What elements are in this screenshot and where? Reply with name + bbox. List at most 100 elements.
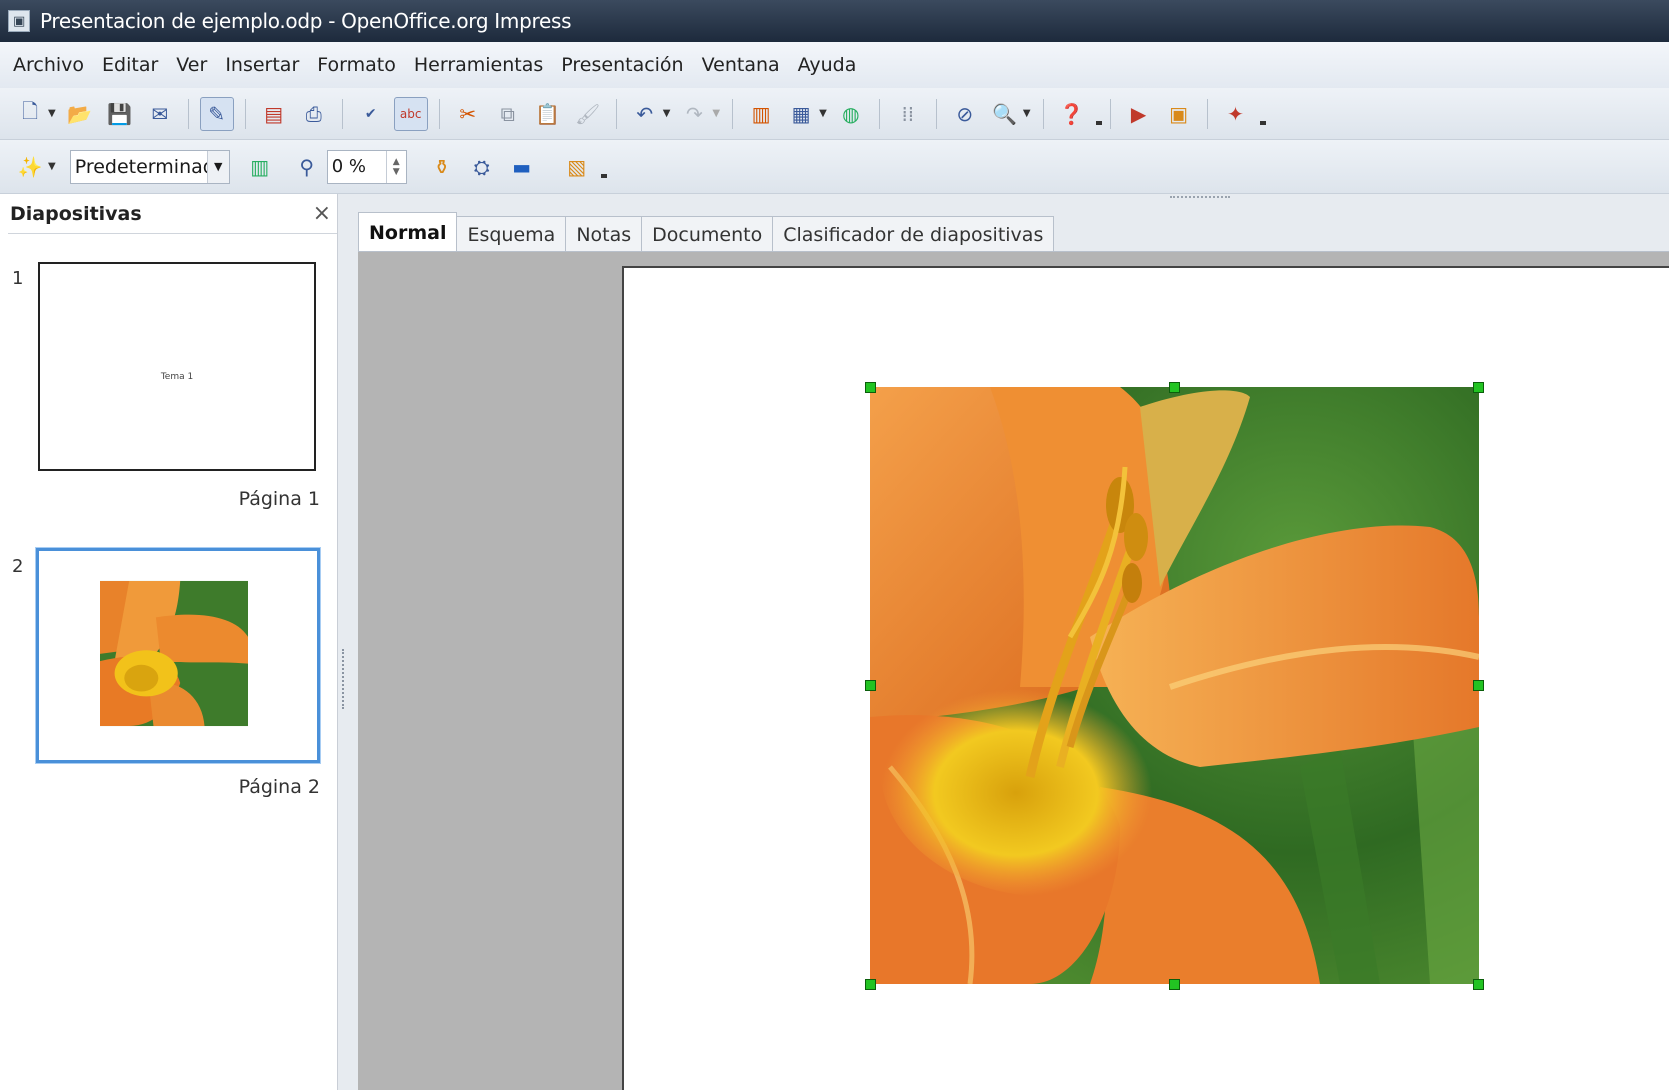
- new-dropdown-icon[interactable]: ▼: [48, 108, 56, 119]
- toolbar-overflow-icon[interactable]: [1095, 103, 1102, 125]
- spin-arrows-icon[interactable]: ▲ ▼: [385, 150, 406, 183]
- toolbar-separator: [732, 98, 734, 129]
- zoom-icon[interactable]: 🔍: [988, 97, 1022, 131]
- resize-handle-top[interactable]: [1169, 382, 1180, 393]
- menu-presentacion[interactable]: Presentación: [552, 54, 692, 76]
- transparency-icon[interactable]: ⚲: [290, 150, 324, 184]
- menu-insertar[interactable]: Insertar: [216, 54, 308, 76]
- save-icon[interactable]: 💾: [103, 97, 137, 131]
- selected-image[interactable]: [870, 387, 1479, 984]
- chevron-down-icon[interactable]: ▼: [206, 150, 229, 183]
- menu-ayuda[interactable]: Ayuda: [789, 54, 866, 76]
- menu-ver[interactable]: Ver: [167, 54, 216, 76]
- cut-icon[interactable]: ✂: [451, 97, 485, 131]
- magic-wand-dropdown-icon[interactable]: ▼: [48, 161, 56, 172]
- slides-pane-header: Diapositivas ×: [8, 194, 337, 234]
- grid-icon[interactable]: ⁞⁞: [891, 97, 925, 131]
- slide-number: 1: [12, 268, 24, 289]
- slide-thumbnail-entry[interactable]: 1 Tema 1 Página 1: [8, 256, 338, 526]
- flower-thumbnail-image: [100, 580, 248, 727]
- new-icon[interactable]: 🗋: [13, 97, 47, 131]
- help-icon[interactable]: ❓: [1055, 97, 1089, 131]
- toolbar-separator: [615, 98, 617, 129]
- table-icon[interactable]: ▦: [784, 97, 818, 131]
- thumb-title-text: Tema 1: [160, 372, 194, 382]
- style-select[interactable]: Predeterminad ▼: [69, 149, 230, 184]
- slide-thumbnail-1[interactable]: Tema 1: [38, 262, 316, 471]
- table-dropdown-icon[interactable]: ▼: [819, 108, 827, 119]
- toolbar-separator: [187, 98, 189, 129]
- window-title: Presentacion de ejemplo.odp - OpenOffice…: [40, 9, 572, 33]
- edit-mode-icon[interactable]: ✎: [199, 96, 234, 131]
- slides-pane-title: Diapositivas: [10, 202, 142, 225]
- resize-handle-bottom[interactable]: [1169, 979, 1180, 990]
- paste-icon[interactable]: 📋: [531, 97, 565, 131]
- close-icon[interactable]: ×: [313, 201, 331, 226]
- spellcheck-icon[interactable]: ✔: [354, 97, 388, 131]
- email-icon[interactable]: ✉: [143, 97, 177, 131]
- slides-pane: Diapositivas × 1 Tema 1 Página 1 2 Págin…: [8, 194, 338, 1090]
- toolbar-separator: [1042, 98, 1044, 129]
- toolbar-separator: [1109, 98, 1111, 129]
- menu-ventana[interactable]: Ventana: [693, 54, 789, 76]
- redo-dropdown-icon[interactable]: ▼: [712, 108, 720, 119]
- transparency-spinner[interactable]: 0 % ▲ ▼: [326, 149, 407, 184]
- tab-esquema[interactable]: Esquema: [456, 216, 567, 252]
- redo-icon[interactable]: ↷: [677, 97, 711, 131]
- copy-icon[interactable]: ⧉: [491, 97, 525, 131]
- clone-format-icon[interactable]: 🖌: [571, 97, 605, 131]
- fill-icon[interactable]: ⛭: [465, 150, 499, 184]
- color-icon[interactable]: ◍: [834, 97, 868, 131]
- resize-handle-bottom-right[interactable]: [1473, 979, 1484, 990]
- undo-dropdown-icon[interactable]: ▼: [663, 108, 671, 119]
- menu-archivo[interactable]: Archivo: [4, 54, 93, 76]
- pane-splitter[interactable]: [338, 194, 350, 1090]
- resize-handle-top-right[interactable]: [1473, 382, 1484, 393]
- undo-icon[interactable]: ↶: [628, 97, 662, 131]
- slide-thumbnail-2[interactable]: [36, 548, 320, 763]
- resize-handle-right[interactable]: [1473, 680, 1484, 691]
- toolbar-separator: [244, 98, 246, 129]
- slide-thumbnail-entry[interactable]: 2 Página 2: [8, 544, 338, 814]
- slide-show-icon[interactable]: ▶: [1122, 97, 1156, 131]
- standard-toolbar: 🗋 ▼ 📂 💾 ✉ ✎ ▤ ⎙ ✔ abc ✂ ⧉ 📋 🖌 ↶ ▼ ↷ ▼ ▥ ▦ ▼ …: [0, 88, 1669, 140]
- menu-bar: Archivo Editar Ver Insertar Formato Herr…: [0, 42, 1669, 88]
- color-bars-icon[interactable]: ▥: [243, 150, 277, 184]
- image-filter-icon[interactable]: ▧: [560, 150, 594, 184]
- magic-wand-icon[interactable]: ✨: [13, 150, 47, 184]
- tab-normal[interactable]: Normal: [358, 212, 458, 252]
- slide-number: 2: [12, 556, 24, 577]
- impress-doc-icon: ▣: [8, 10, 30, 32]
- menu-herramientas[interactable]: Herramientas: [405, 54, 552, 76]
- open-icon[interactable]: 📂: [63, 97, 97, 131]
- title-bar: ▣ Presentacion de ejemplo.odp - OpenOffi…: [0, 0, 1669, 42]
- toolbar-overflow-icon[interactable]: [600, 156, 607, 178]
- resize-handle-left[interactable]: [865, 680, 876, 691]
- resize-handle-top-left[interactable]: [865, 382, 876, 393]
- crop-icon[interactable]: ⚱: [425, 150, 459, 184]
- view-tabs: Normal Esquema Notas Documento Clasifica…: [358, 212, 1055, 252]
- tab-documento[interactable]: Documento: [641, 216, 774, 252]
- image-toolbar: ✨ ▼ Predeterminad ▼ ▥ ⚲ 0 % ▲ ▼ ⚱ ⛭ ▬ ▧: [0, 140, 1669, 194]
- transparency-value: 0 %: [331, 156, 366, 177]
- zoom-dropdown-icon[interactable]: ▼: [1023, 108, 1031, 119]
- slide-page-label: Página 1: [238, 488, 320, 510]
- menu-formato[interactable]: Formato: [308, 54, 405, 76]
- shadow-icon[interactable]: ▬: [505, 150, 539, 184]
- chart-icon[interactable]: ▥: [744, 97, 778, 131]
- print-icon[interactable]: ⎙: [297, 97, 331, 131]
- insert-slide-icon[interactable]: ▣: [1162, 97, 1196, 131]
- panel-grip-icon[interactable]: [1170, 196, 1230, 202]
- menu-editar[interactable]: Editar: [93, 54, 167, 76]
- autospell-icon[interactable]: abc: [393, 96, 428, 131]
- animation-icon[interactable]: ✦: [1219, 97, 1253, 131]
- resize-handle-bottom-left[interactable]: [865, 979, 876, 990]
- tab-notas[interactable]: Notas: [565, 216, 643, 252]
- toolbar-overflow-icon[interactable]: [1259, 103, 1266, 125]
- toolbar-separator: [935, 98, 937, 129]
- export-pdf-icon[interactable]: ▤: [257, 97, 291, 131]
- splitter-grip-icon[interactable]: [342, 649, 345, 709]
- tab-clasificador[interactable]: Clasificador de diapositivas: [772, 216, 1055, 252]
- navigator-icon[interactable]: ⊘: [948, 97, 982, 131]
- toolbar-separator: [878, 98, 880, 129]
